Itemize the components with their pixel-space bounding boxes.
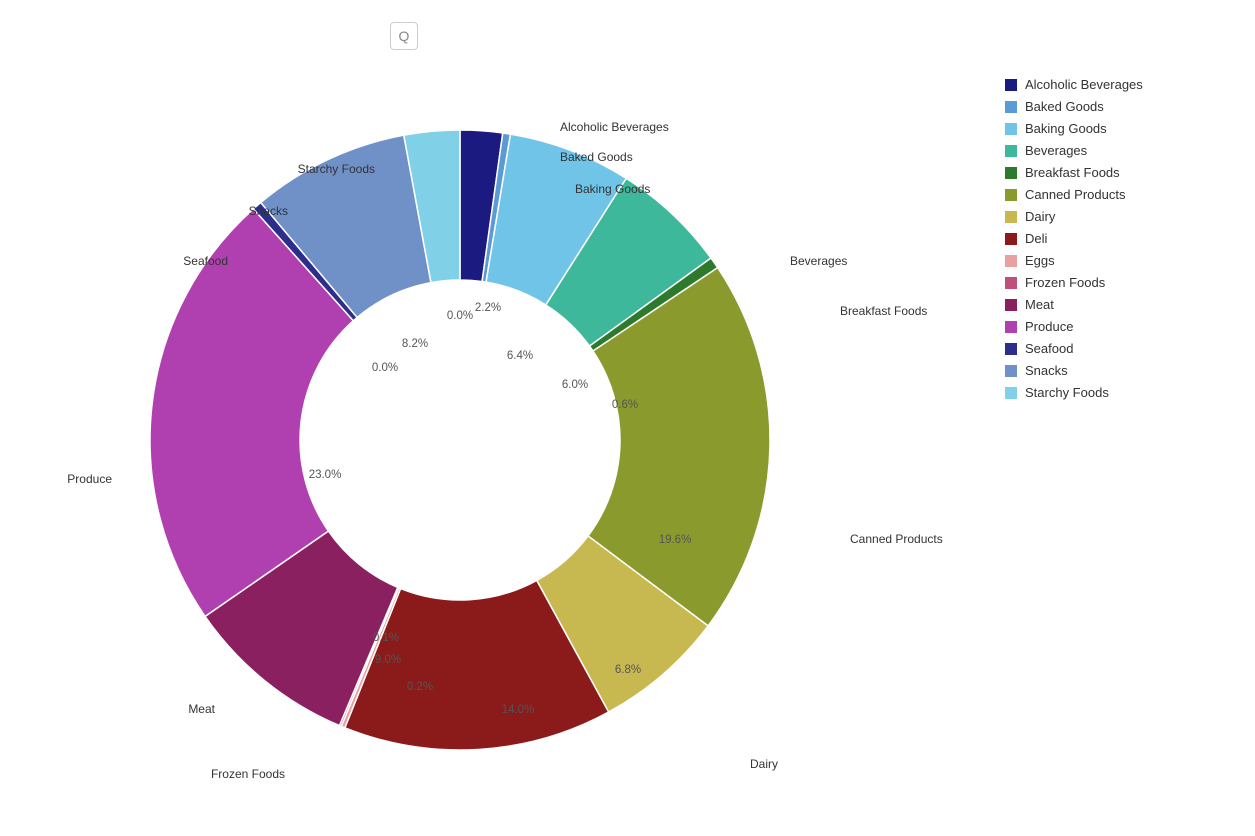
legend-item: Beverages xyxy=(1005,143,1235,158)
legend-item: Baked Goods xyxy=(1005,99,1235,114)
legend-color-swatch xyxy=(1005,233,1017,245)
legend-item-label: Baked Goods xyxy=(1025,99,1104,114)
legend-item-label: Dairy xyxy=(1025,209,1055,224)
slice-outer-label: Breakfast Foods xyxy=(840,304,927,318)
legend-item-label: Canned Products xyxy=(1025,187,1125,202)
legend-item: Breakfast Foods xyxy=(1005,165,1235,180)
legend-color-swatch xyxy=(1005,189,1017,201)
legend-color-swatch xyxy=(1005,343,1017,355)
slice-pct-label: 23.0% xyxy=(309,469,342,481)
legend-item-label: Produce xyxy=(1025,319,1073,334)
slice-outer-label: Alcoholic Beverages xyxy=(560,120,669,134)
slice-pct-label: 6.4% xyxy=(507,350,533,362)
legend-item-label: Baking Goods xyxy=(1025,121,1107,136)
legend-item-label: Meat xyxy=(1025,297,1054,312)
legend-color-swatch xyxy=(1005,255,1017,267)
slice-pct-label: 19.6% xyxy=(659,534,692,546)
legend-item: Produce xyxy=(1005,319,1235,334)
search-icon: Q xyxy=(390,22,418,50)
legend-color-swatch xyxy=(1005,299,1017,311)
legend-item-label: Eggs xyxy=(1025,253,1055,268)
legend-item-label: Starchy Foods xyxy=(1025,385,1109,400)
legend-color-swatch xyxy=(1005,321,1017,333)
legend-item: Frozen Foods xyxy=(1005,275,1235,290)
slice-outer-label: Produce xyxy=(67,472,112,486)
slice-outer-label: Beverages xyxy=(790,254,847,268)
slice-pct-label: 2.2% xyxy=(475,302,501,314)
legend-color-swatch xyxy=(1005,101,1017,113)
slice-outer-label: Dairy xyxy=(750,757,778,771)
legend-item: Dairy xyxy=(1005,209,1235,224)
legend-items: Alcoholic Beverages Baked Goods Baking G… xyxy=(1005,77,1235,400)
chart-container: Q Alcoholic Beverages Baked Goods Baking G… xyxy=(0,0,1255,836)
legend-color-swatch xyxy=(1005,365,1017,377)
slice-pct-label: 0.6% xyxy=(612,399,638,411)
legend-item-label: Beverages xyxy=(1025,143,1087,158)
slice-outer-label: Seafood xyxy=(183,254,228,268)
slice-outer-label: Baked Goods xyxy=(560,150,633,164)
slice-outer-label: Starchy Foods xyxy=(298,162,375,176)
legend-color-swatch xyxy=(1005,123,1017,135)
slice-outer-label: Frozen Foods xyxy=(211,767,285,781)
legend-color-swatch xyxy=(1005,211,1017,223)
slice-pct-label: 0.0% xyxy=(447,310,473,322)
legend-item: Meat xyxy=(1005,297,1235,312)
legend-item: Baking Goods xyxy=(1005,121,1235,136)
legend-color-swatch xyxy=(1005,277,1017,289)
legend-color-swatch xyxy=(1005,79,1017,91)
slice-pct-label: 6.8% xyxy=(615,664,641,676)
legend: Alcoholic Beverages Baked Goods Baking G… xyxy=(1005,65,1235,407)
legend-item: Eggs xyxy=(1005,253,1235,268)
slice-pct-label: 0.0% xyxy=(372,362,398,374)
legend-item: Canned Products xyxy=(1005,187,1235,202)
legend-item: Deli xyxy=(1005,231,1235,246)
slice-pct-label: 8.2% xyxy=(402,338,428,350)
slice-outer-label: Baking Goods xyxy=(575,182,650,196)
slice-pct-label: 9.0% xyxy=(375,654,401,666)
slice-outer-label: Snacks xyxy=(249,204,288,218)
slice-pct-label: 0.2% xyxy=(407,681,433,693)
legend-color-swatch xyxy=(1005,145,1017,157)
legend-item-label: Snacks xyxy=(1025,363,1068,378)
legend-item: Starchy Foods xyxy=(1005,385,1235,400)
legend-item-label: Alcoholic Beverages xyxy=(1025,77,1143,92)
legend-item-label: Frozen Foods xyxy=(1025,275,1105,290)
donut-chart: Alcoholic Beverages Baked Goods Baking Goo… xyxy=(30,50,990,810)
legend-item-label: Deli xyxy=(1025,231,1047,246)
legend-item: Snacks xyxy=(1005,363,1235,378)
legend-color-swatch xyxy=(1005,167,1017,179)
slice-pct-label: 6.0% xyxy=(562,379,588,391)
slice-pct-label: 14.0% xyxy=(502,704,535,716)
legend-color-swatch xyxy=(1005,387,1017,399)
legend-item: Seafood xyxy=(1005,341,1235,356)
legend-item-label: Seafood xyxy=(1025,341,1073,356)
legend-item: Alcoholic Beverages xyxy=(1005,77,1235,92)
legend-item-label: Breakfast Foods xyxy=(1025,165,1120,180)
slice-pct-label: 0.1% xyxy=(373,632,399,644)
slice-outer-label: Canned Products xyxy=(850,532,943,546)
chart-title-area: Q xyxy=(390,22,426,50)
slice-outer-label: Meat xyxy=(188,702,215,716)
